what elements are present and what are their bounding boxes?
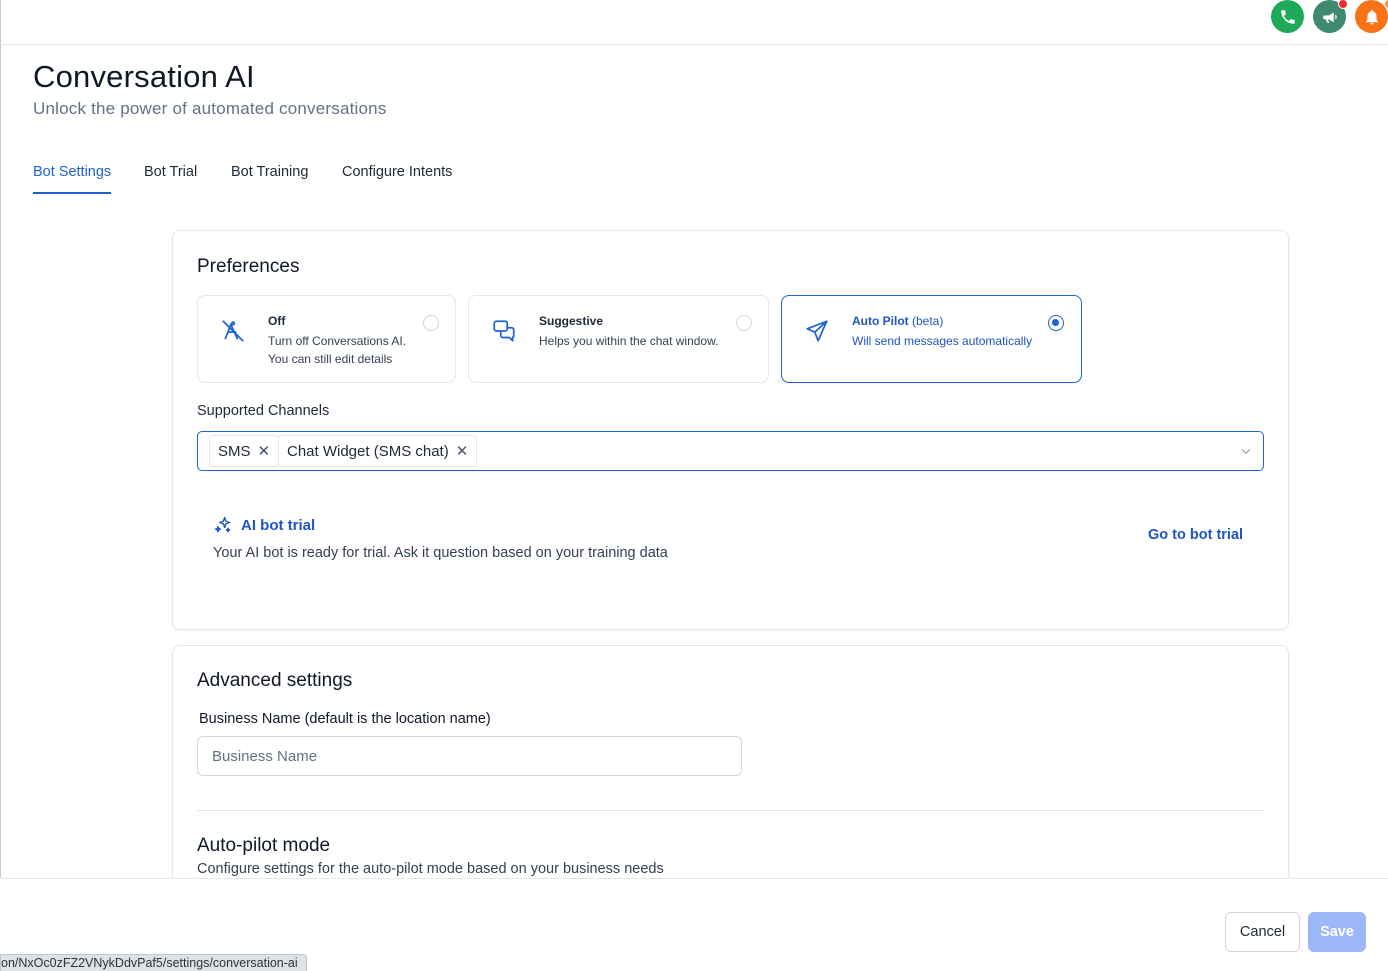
save-button[interactable]: Save xyxy=(1308,912,1366,952)
option-auto-pilot[interactable]: Auto Pilot (beta) Will send messages aut… xyxy=(781,295,1082,383)
notification-dot xyxy=(1384,0,1388,9)
option-auto-pilot-radio[interactable] xyxy=(1048,315,1064,331)
supported-channels-select[interactable]: SMS ✕ Chat Widget (SMS chat) ✕ xyxy=(197,431,1264,471)
bell-icon xyxy=(1365,9,1378,24)
option-auto-pilot-title: Auto Pilot (beta) xyxy=(852,314,943,328)
preferences-title: Preferences xyxy=(197,256,300,277)
option-suggestive[interactable]: Suggestive Helps you within the chat win… xyxy=(468,295,769,383)
option-off-title: Off xyxy=(268,314,286,328)
preferences-card: Preferences Off Turn off Conversations A… xyxy=(172,230,1289,630)
channel-chip-sms: SMS ✕ xyxy=(209,435,280,467)
sparkles-icon xyxy=(214,516,231,533)
tab-bot-settings[interactable]: Bot Settings xyxy=(33,164,112,194)
tab-bot-training[interactable]: Bot Training xyxy=(231,164,308,192)
megaphone-icon xyxy=(1322,12,1337,23)
channel-chip-label: SMS xyxy=(218,442,251,460)
option-off-radio[interactable] xyxy=(423,315,439,331)
status-url: on/NxOc0zFZ2VNykDdvPaf5/settings/convers… xyxy=(1,956,298,970)
advanced-settings-card: Advanced settings Business Name (default… xyxy=(172,645,1289,905)
notification-dot xyxy=(1338,0,1348,9)
option-suggestive-radio[interactable] xyxy=(736,315,752,331)
business-name-input[interactable] xyxy=(197,736,742,776)
channel-chip-label: Chat Widget (SMS chat) xyxy=(287,442,449,460)
page-subtitle: Unlock the power of automated conversati… xyxy=(33,99,387,118)
tab-configure-intents[interactable]: Configure Intents xyxy=(342,164,452,192)
autopilot-mode-title: Auto-pilot mode xyxy=(197,835,331,856)
ai-bot-trial-title: AI bot trial xyxy=(241,517,316,534)
announcements-button[interactable] xyxy=(1313,0,1348,33)
option-off-desc-line2: You can still edit details xyxy=(268,352,393,366)
status-url-bar: on/NxOc0zFZ2VNykDdvPaf5/settings/convers… xyxy=(0,954,307,971)
supported-channels-label: Supported Channels xyxy=(197,403,330,419)
business-name-label: Business Name (default is the location n… xyxy=(199,711,491,727)
option-off-desc-line1: Turn off Conversations AI. xyxy=(268,334,407,348)
option-off[interactable]: Off Turn off Conversations AI. You can s… xyxy=(197,295,456,383)
channel-chip-chat-widget: Chat Widget (SMS chat) ✕ xyxy=(278,435,478,467)
top-bar xyxy=(0,0,1388,45)
option-auto-pilot-beta: (beta) xyxy=(912,314,944,328)
window-edge xyxy=(0,0,1,971)
paper-plane-icon xyxy=(806,320,828,342)
option-suggestive-desc: Helps you within the chat window. xyxy=(539,334,719,348)
phone-button[interactable] xyxy=(1271,0,1304,33)
ai-bot-trial-desc: Your AI bot is ready for trial. Ask it q… xyxy=(213,545,668,561)
notifications-button[interactable] xyxy=(1355,0,1388,33)
option-auto-pilot-title-text: Auto Pilot xyxy=(852,314,909,328)
chevron-down-icon[interactable] xyxy=(1239,444,1253,458)
advanced-settings-title: Advanced settings xyxy=(197,670,353,691)
bot-off-icon xyxy=(222,320,244,342)
divider xyxy=(197,810,1264,811)
close-icon[interactable]: ✕ xyxy=(456,444,469,459)
option-off-desc: Turn off Conversations AI. You can still… xyxy=(268,332,438,368)
tab-bot-trial[interactable]: Bot Trial xyxy=(144,164,197,192)
autopilot-mode-desc: Configure settings for the auto-pilot mo… xyxy=(197,861,664,877)
cancel-button[interactable]: Cancel xyxy=(1225,912,1300,952)
phone-icon xyxy=(1280,9,1295,24)
close-icon[interactable]: ✕ xyxy=(258,444,271,459)
option-auto-pilot-desc: Will send messages automatically xyxy=(852,334,1033,348)
chat-bubbles-icon xyxy=(493,320,515,342)
go-to-bot-trial-link[interactable]: Go to bot trial xyxy=(1148,527,1243,543)
page-title: Conversation AI xyxy=(33,59,255,94)
option-suggestive-title: Suggestive xyxy=(539,314,604,328)
